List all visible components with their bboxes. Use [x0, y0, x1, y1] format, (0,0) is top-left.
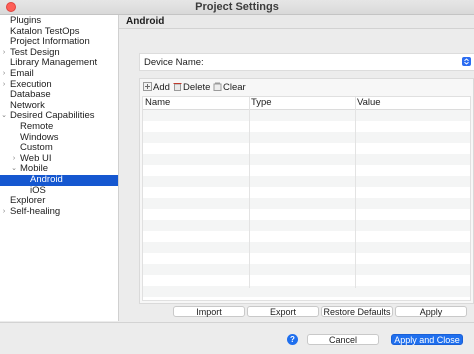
table-header: Name Type Value [143, 97, 470, 110]
apply-and-close-button[interactable]: Apply and Close [391, 334, 463, 345]
sidebar-item-self-healing[interactable]: › Self-healing [0, 205, 118, 218]
chevron-updown-icon[interactable] [462, 57, 471, 66]
table-row[interactable] [143, 264, 470, 275]
table-row[interactable] [143, 154, 470, 165]
sidebar-item-plugins[interactable]: Plugins [0, 15, 118, 27]
column-divider [249, 97, 250, 288]
table-row[interactable] [143, 121, 470, 132]
table-row[interactable] [143, 165, 470, 176]
settings-tree: Plugins Katalon TestOps Project Informatio… [0, 15, 119, 321]
dialog-footer: ? Cancel Apply and Close [0, 322, 474, 354]
table-row[interactable] [143, 231, 470, 242]
table-row[interactable] [143, 220, 470, 231]
table-row[interactable] [143, 286, 470, 297]
table-row[interactable] [143, 275, 470, 286]
window-title: Project Settings [195, 1, 279, 13]
sidebar-item-label: Email [10, 68, 34, 79]
sidebar-item-label: Plugins [10, 15, 42, 26]
window-titlebar: Project Settings [0, 0, 474, 15]
chevron-down-icon[interactable]: ⌄ [0, 111, 8, 122]
restore-defaults-button[interactable]: Restore Defaults [321, 306, 393, 317]
add-label: Add [153, 82, 170, 93]
sidebar-item-desired-capabilities[interactable]: ⌄ Desired Capabilities [0, 111, 118, 122]
page-header: Android [119, 15, 474, 29]
clear-icon [213, 82, 222, 91]
chevron-down-icon[interactable]: ⌄ [10, 164, 18, 175]
chevron-right-icon[interactable]: › [0, 48, 8, 59]
delete-button[interactable]: Delete [173, 82, 210, 94]
sidebar-item-web-ui[interactable]: › Web UI [0, 153, 118, 165]
table-row[interactable] [143, 176, 470, 187]
table-row[interactable] [143, 253, 470, 264]
main-panel: Android Device Name: Add Delete Clear Na… [119, 15, 474, 321]
table-row[interactable] [143, 110, 470, 121]
device-name-select[interactable]: Device Name: [139, 53, 474, 71]
chevron-right-icon[interactable]: › [0, 69, 8, 80]
apply-button[interactable]: Apply [395, 306, 467, 317]
sidebar-item-email[interactable]: › Email [0, 68, 118, 80]
import-button[interactable]: Import [173, 306, 245, 317]
table-row[interactable] [143, 198, 470, 209]
clear-button[interactable]: Clear [213, 82, 246, 94]
delete-label: Delete [183, 82, 211, 93]
table-row[interactable] [143, 209, 470, 220]
sidebar-item-windows[interactable]: Windows [0, 132, 118, 144]
clear-label: Clear [223, 82, 246, 93]
table-row[interactable] [143, 242, 470, 253]
column-header-name[interactable]: Name [143, 97, 249, 109]
trash-icon [173, 83, 182, 91]
help-icon[interactable]: ? [287, 334, 298, 345]
cancel-button[interactable]: Cancel [307, 334, 379, 345]
add-icon [143, 82, 152, 91]
table-row[interactable] [143, 187, 470, 198]
chevron-right-icon[interactable]: › [0, 80, 8, 91]
chevron-right-icon[interactable]: › [0, 207, 8, 218]
table-row[interactable] [143, 143, 470, 154]
column-header-value[interactable]: Value [355, 97, 470, 109]
device-name-label: Device Name: [144, 57, 204, 68]
sidebar-item-remote[interactable]: Remote [0, 121, 118, 133]
capabilities-panel: Add Delete Clear Name Type Value [139, 78, 474, 304]
chevron-right-icon[interactable]: › [10, 154, 18, 165]
column-header-type[interactable]: Type [249, 97, 355, 109]
sidebar-item-label: Remote [20, 121, 54, 132]
add-button[interactable]: Add [143, 82, 170, 94]
sidebar-item-label: Android [30, 174, 63, 185]
page-title: Android [126, 16, 165, 27]
export-button[interactable]: Export [247, 306, 319, 317]
table-row[interactable] [143, 132, 470, 143]
column-divider [355, 97, 356, 288]
sidebar-item-android[interactable]: Android [0, 174, 118, 186]
sidebar-item-custom[interactable]: Custom [0, 143, 118, 154]
capabilities-table[interactable]: Name Type Value [142, 96, 471, 301]
sidebar-item-label: Self-healing [10, 205, 61, 217]
window-close-button[interactable] [6, 2, 16, 12]
